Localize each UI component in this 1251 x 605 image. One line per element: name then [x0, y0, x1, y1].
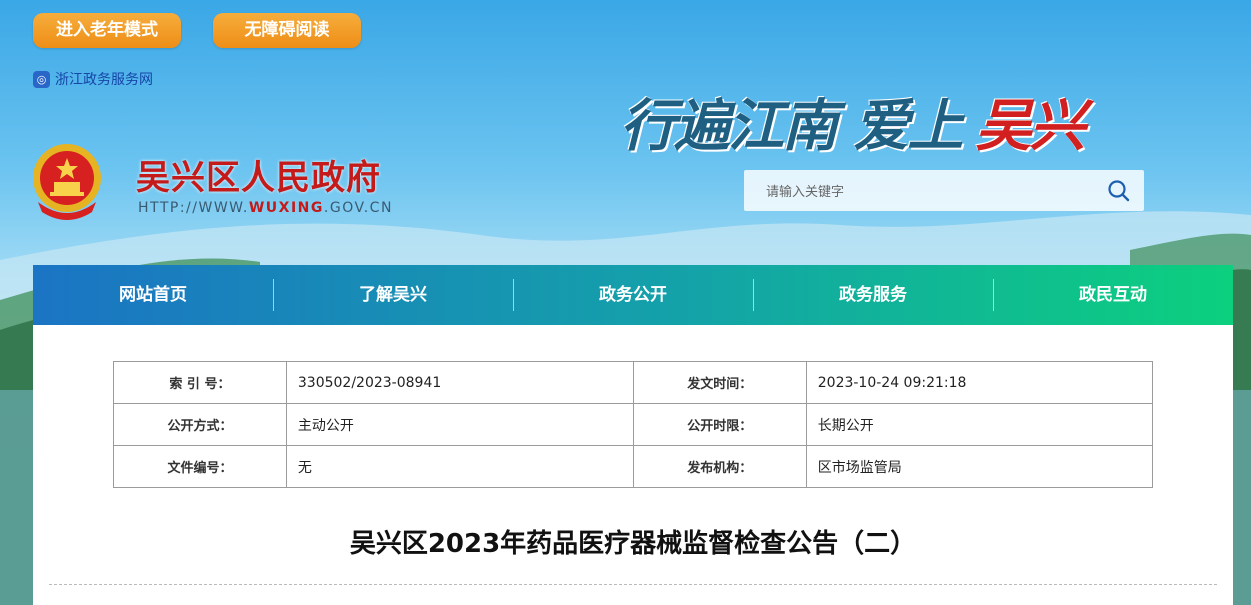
document-number-label: 文件编号： [113, 445, 287, 488]
disclosure-method-value: 主动公开 [285, 403, 634, 446]
nav-item-about[interactable]: 了解吴兴 [273, 265, 513, 325]
slogan: 行遍江南 爱上 吴兴 [620, 52, 1200, 162]
document-info-table: 索 引 号： 330502/2023-08941 发文时间： 2023-10-2… [113, 361, 1154, 488]
table-row: 文件编号： 无 发布机构： 区市场监管局 [113, 445, 1154, 488]
title-divider [49, 584, 1217, 585]
national-emblem-icon [33, 144, 101, 220]
article-title: 吴兴区2023年药品医疗器械监督检查公告（二） [349, 529, 917, 559]
nav-item-interaction[interactable]: 政民互动 [993, 265, 1233, 325]
zhejiang-gov-service-label: 浙江政务服务网 [55, 72, 153, 88]
zj-gov-icon: ◎ [33, 70, 50, 88]
table-row: 索 引 号： 330502/2023-08941 发文时间： 2023-10-2… [113, 361, 1154, 404]
search-box [744, 170, 1144, 213]
main-content: 网站首页 了解吴兴 政务公开 政务服务 政民互动 索 引 号： 330502/2… [33, 265, 1233, 605]
index-number-label: 索 引 号： [113, 361, 287, 404]
nav-item-home[interactable]: 网站首页 [33, 265, 273, 325]
zhejiang-gov-service-link[interactable]: ◎ 浙江政务服务网 [33, 69, 153, 89]
table-row: 公开方式： 主动公开 公开时限： 长期公开 [113, 403, 1154, 446]
search-input[interactable] [764, 170, 1098, 213]
publishing-agency-value: 区市场监管局 [805, 445, 1154, 488]
slogan-part1: 行遍江南 爱上 [620, 93, 963, 159]
site-name: 吴兴区人民政府 [136, 158, 381, 198]
publish-time-label: 发文时间： [632, 361, 807, 404]
disclosure-period-value: 长期公开 [805, 403, 1154, 446]
nav-item-gov-services[interactable]: 政务服务 [753, 265, 993, 325]
index-number-value: 330502/2023-08941 [285, 361, 634, 404]
slogan-part2: 吴兴 [975, 93, 1086, 159]
search-icon[interactable] [1106, 178, 1132, 204]
disclosure-method-label: 公开方式： [113, 403, 287, 446]
elder-mode-button[interactable]: 进入老年模式 [33, 13, 181, 48]
publishing-agency-label: 发布机构： [632, 445, 807, 488]
disclosure-period-label: 公开时限： [632, 403, 807, 446]
site-url: HTTP://WWW.WUXING.GOV.CN [138, 200, 393, 216]
document-number-value: 无 [285, 445, 634, 488]
main-nav: 网站首页 了解吴兴 政务公开 政务服务 政民互动 [33, 265, 1233, 325]
accessible-reading-button[interactable]: 无障碍阅读 [213, 13, 361, 48]
publish-time-value: 2023-10-24 09:21:18 [805, 361, 1154, 404]
nav-item-gov-affairs-open[interactable]: 政务公开 [513, 265, 753, 325]
